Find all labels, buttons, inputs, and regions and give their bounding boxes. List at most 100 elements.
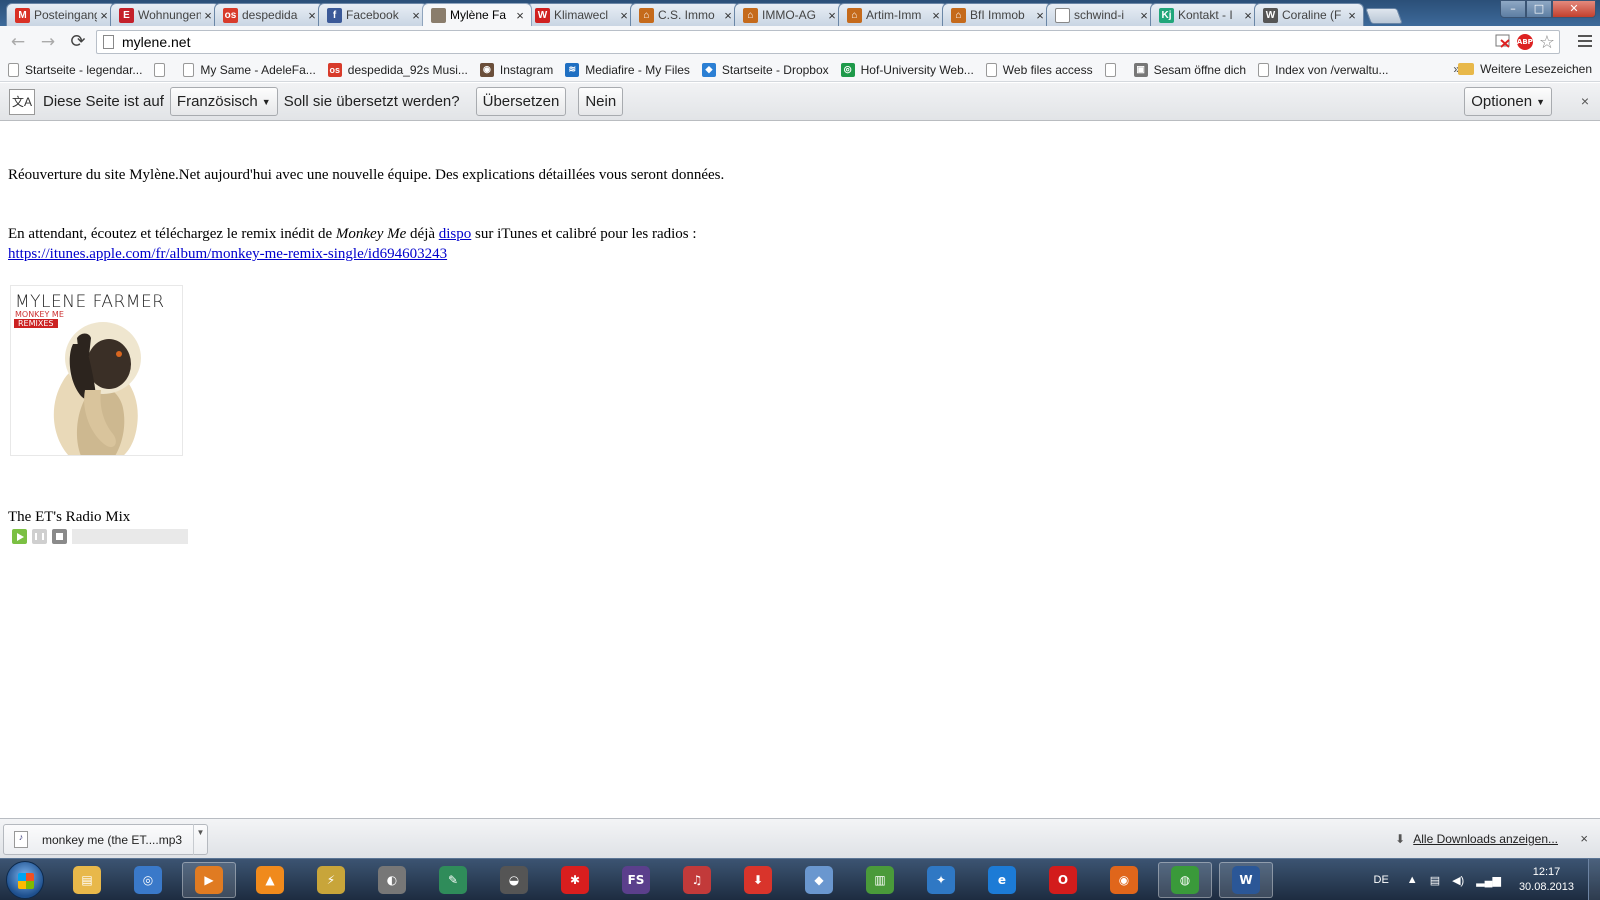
taskbar-app-button[interactable]: ◆ bbox=[792, 862, 846, 898]
taskbar-app-button[interactable]: ◍ bbox=[1158, 862, 1212, 898]
taskbar-app-button[interactable]: ⬇ bbox=[731, 862, 785, 898]
bookmark-item[interactable] bbox=[154, 62, 171, 77]
tab[interactable]: ⌂ C.S. Immo × bbox=[630, 3, 740, 26]
clock[interactable]: 12:17 30.08.2013 bbox=[1519, 865, 1574, 895]
bookmark-item[interactable]: os despedida_92s Musi... bbox=[327, 62, 468, 77]
stop-icon[interactable] bbox=[52, 529, 67, 544]
close-window-button[interactable]: ✕ bbox=[1552, 0, 1596, 18]
bookmark-item[interactable]: ≋ Mediafire - My Files bbox=[565, 62, 690, 77]
tab[interactable]: W Coraline (F × bbox=[1254, 3, 1364, 26]
tab-close-icon[interactable]: × bbox=[1033, 8, 1047, 23]
bookmark-item[interactable]: ◉ Instagram bbox=[479, 62, 553, 77]
tab[interactable]: E Wohnungen × bbox=[110, 3, 220, 26]
taskbar-app-button[interactable]: e bbox=[975, 862, 1029, 898]
bookmark-item[interactable] bbox=[1104, 62, 1122, 77]
chevron-down-icon: ▼ bbox=[261, 96, 271, 107]
tab[interactable]: ⌂ Artim-Imm × bbox=[838, 3, 948, 26]
tab[interactable]: schwind-i × bbox=[1046, 3, 1156, 26]
taskbar-app-button[interactable]: ◐ bbox=[365, 862, 419, 898]
taskbar-app-button[interactable]: O bbox=[1036, 862, 1090, 898]
no-translate-button[interactable]: Nein bbox=[578, 87, 624, 116]
taskbar-app-button[interactable]: ▶ bbox=[182, 862, 236, 898]
album-cover-image: MYLENE FARMER MONKEY ME REMIXES bbox=[10, 285, 183, 456]
bookmark-item[interactable]: Startseite - legendar... bbox=[8, 62, 142, 77]
tab-close-icon[interactable]: × bbox=[305, 8, 319, 23]
tab[interactable]: os despedida × bbox=[214, 3, 324, 26]
tab-close-icon[interactable]: × bbox=[513, 8, 527, 23]
network-icon[interactable]: ▤ bbox=[1430, 874, 1440, 887]
taskbar-app-button[interactable]: FS bbox=[609, 862, 663, 898]
tab[interactable]: M Posteingang × bbox=[6, 3, 116, 26]
tab-close-icon[interactable]: × bbox=[409, 8, 423, 23]
tab-close-icon[interactable]: × bbox=[929, 8, 943, 23]
player-progress-bar[interactable] bbox=[72, 529, 188, 544]
tab-close-icon[interactable]: × bbox=[617, 8, 631, 23]
tab[interactable]: W Klimawecl × bbox=[526, 3, 636, 26]
translate-button[interactable]: Übersetzen bbox=[475, 87, 567, 116]
taskbar-app-button[interactable]: ✱ bbox=[548, 862, 602, 898]
url-text[interactable]: mylene.net bbox=[122, 34, 1490, 50]
start-button[interactable] bbox=[6, 861, 44, 899]
pause-icon[interactable] bbox=[32, 529, 47, 544]
minimize-button[interactable]: – bbox=[1500, 0, 1526, 18]
back-button[interactable]: ← bbox=[6, 30, 30, 54]
volume-icon[interactable]: ◀) bbox=[1452, 874, 1464, 887]
other-bookmarks-folder[interactable]: Weitere Lesezeichen bbox=[1458, 62, 1592, 76]
bookmark-item[interactable]: ◆ Startseite - Dropbox bbox=[701, 62, 829, 77]
new-tab-button[interactable] bbox=[1365, 8, 1403, 24]
download-menu-chevron-icon[interactable]: ▼ bbox=[193, 824, 207, 855]
firefox-icon: ◉ bbox=[1110, 866, 1138, 894]
blocked-popup-icon[interactable] bbox=[1493, 34, 1513, 51]
tab-close-icon[interactable]: × bbox=[825, 8, 839, 23]
tab-close-icon[interactable]: × bbox=[1241, 8, 1255, 23]
tab-close-icon[interactable]: × bbox=[1345, 8, 1359, 23]
close-infobar-icon[interactable]: × bbox=[1581, 93, 1589, 109]
bookmark-item[interactable]: Web files access bbox=[985, 62, 1093, 77]
chrome-menu-icon[interactable] bbox=[1578, 35, 1592, 50]
play-icon[interactable] bbox=[12, 529, 27, 544]
bookmark-item[interactable]: Index von /verwaltu... bbox=[1258, 62, 1389, 77]
taskbar-app-button[interactable]: W bbox=[1219, 862, 1273, 898]
bookmark-item[interactable]: My Same - AdeleFa... bbox=[183, 62, 316, 77]
bookmark-star-icon[interactable]: ☆ bbox=[1539, 32, 1555, 53]
translate-options-button[interactable]: Optionen ▼ bbox=[1464, 87, 1552, 116]
dispo-link[interactable]: dispo bbox=[439, 226, 472, 242]
taskbar-app-button[interactable]: ♫ bbox=[670, 862, 724, 898]
input-language-indicator[interactable]: DE bbox=[1374, 874, 1389, 886]
maximize-button[interactable]: □ bbox=[1526, 0, 1552, 18]
forward-button[interactable]: → bbox=[36, 30, 60, 54]
show-hidden-icons-icon[interactable]: ▲ bbox=[1407, 874, 1418, 886]
source-language-dropdown[interactable]: Französisch ▼ bbox=[169, 87, 278, 116]
tab-active[interactable]: Mylène Fa × bbox=[422, 3, 532, 26]
reload-button[interactable]: ⟳ bbox=[66, 30, 90, 54]
taskbar-app-button[interactable]: ▥ bbox=[853, 862, 907, 898]
tab-close-icon[interactable]: × bbox=[1137, 8, 1151, 23]
signal-icon[interactable]: ▂▄▆ bbox=[1476, 874, 1501, 887]
close-downloads-icon[interactable]: × bbox=[1580, 831, 1588, 846]
taskbar-app-button[interactable]: ▲ bbox=[243, 862, 297, 898]
taskbar-app-button[interactable]: ◉ bbox=[1097, 862, 1151, 898]
show-all-downloads-link[interactable]: ⬇ Alle Downloads anzeigen... bbox=[1395, 832, 1558, 846]
taskbar-app-button[interactable]: ✦ bbox=[914, 862, 968, 898]
bookmark-item[interactable]: ◎ Hof-University Web... bbox=[840, 62, 974, 77]
tab-close-icon[interactable]: × bbox=[97, 8, 111, 23]
bookmark-item[interactable]: ▣ Sesam öffne dich bbox=[1133, 62, 1246, 77]
taskbar-app-button[interactable]: ✎ bbox=[426, 862, 480, 898]
tab[interactable]: f Facebook × bbox=[318, 3, 428, 26]
show-desktop-button[interactable] bbox=[1588, 859, 1600, 900]
itunes-link[interactable]: https://itunes.apple.com/fr/album/monkey… bbox=[8, 246, 447, 263]
taskbar-app-button[interactable]: ▤ bbox=[60, 862, 114, 898]
tab[interactable]: Kj Kontakt - I × bbox=[1150, 3, 1260, 26]
tab[interactable]: ⌂ IMMO-AG × bbox=[734, 3, 844, 26]
address-bar[interactable]: mylene.net ABP ☆ bbox=[96, 30, 1560, 54]
taskbar-app-button[interactable]: ⚡ bbox=[304, 862, 358, 898]
download-item[interactable]: ♪ monkey me (the ET....mp3 ▼ bbox=[3, 824, 208, 855]
adblock-icon[interactable]: ABP bbox=[1516, 34, 1533, 50]
taskbar-app-button[interactable]: ◒ bbox=[487, 862, 541, 898]
tab[interactable]: ⌂ BfI Immob × bbox=[942, 3, 1052, 26]
tab-strip: M Posteingang × E Wohnungen × os despedida × f Fac… bbox=[0, 0, 1600, 26]
tab-close-icon[interactable]: × bbox=[721, 8, 735, 23]
tab-close-icon[interactable]: × bbox=[201, 8, 215, 23]
tab-title: despedida bbox=[242, 8, 298, 22]
taskbar-app-button[interactable]: ◎ bbox=[121, 862, 175, 898]
